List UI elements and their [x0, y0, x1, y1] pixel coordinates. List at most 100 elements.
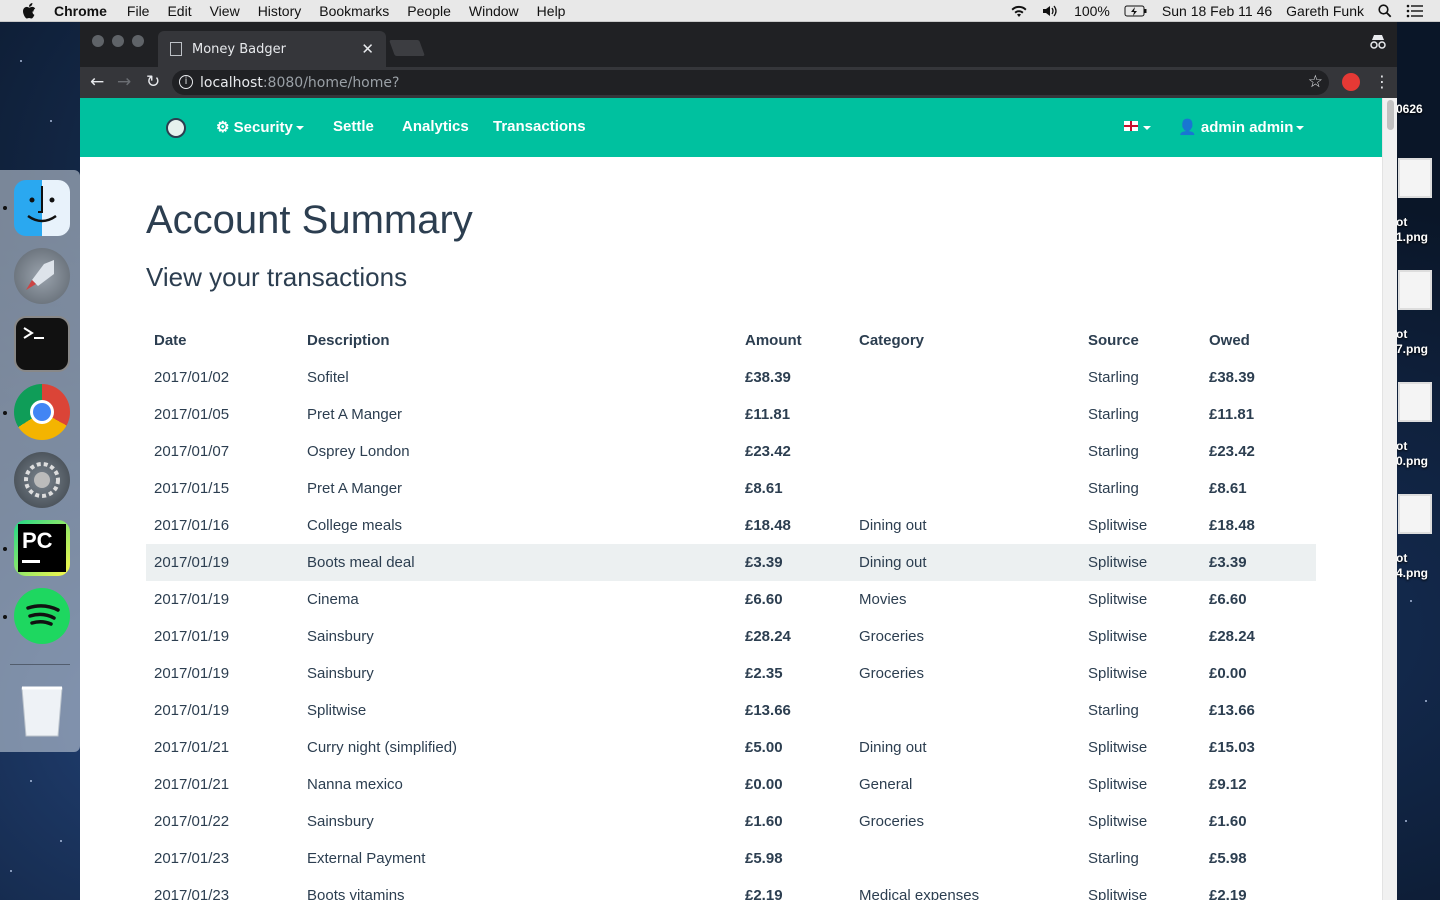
menu-view[interactable]: View [210, 3, 240, 19]
table-row[interactable]: 2017/01/21 Nanna mexico £0.00 General Splitw… [146, 766, 1316, 803]
battery-icon[interactable] [1124, 4, 1148, 18]
cell-date: 2017/01/21 [154, 739, 230, 756]
cell-date: 2017/01/02 [154, 369, 230, 386]
menu-edit[interactable]: Edit [167, 3, 191, 19]
finder-icon[interactable] [14, 180, 70, 236]
menu-history[interactable]: History [258, 3, 302, 19]
table-row[interactable]: 2017/01/19 Boots meal deal £3.39 Dining out… [146, 544, 1316, 581]
menu-window[interactable]: Window [469, 3, 519, 19]
back-icon[interactable]: ← [90, 73, 104, 91]
menubar-user[interactable]: Gareth Funk [1286, 3, 1364, 19]
tab-strip: Money Badger ✕ [80, 22, 1397, 67]
table-row[interactable]: 2017/01/23 Boots vitamins £2.19 Medical exp… [146, 877, 1316, 900]
cell-source: Splitwise [1088, 665, 1148, 682]
site-info-icon[interactable]: i [179, 75, 193, 89]
desktop-file-label[interactable]: ot 1.png [1396, 215, 1428, 245]
volume-icon[interactable] [1042, 4, 1060, 18]
table-row[interactable]: 2017/01/07 Osprey London £23.42 Starling £23… [146, 433, 1316, 470]
desktop-file-label[interactable]: ot 7.png [1396, 327, 1428, 357]
table-row[interactable]: 2017/01/19 Cinema £6.60 Movies Splitwise £6.6… [146, 581, 1316, 618]
pycharm-icon[interactable]: PC [14, 520, 70, 576]
nav-user-dropdown[interactable]: 👤 admin admin [1178, 118, 1305, 136]
zoom-window-button[interactable] [132, 35, 144, 47]
tab-close-icon[interactable]: ✕ [361, 40, 374, 58]
app-logo[interactable] [166, 118, 186, 138]
wifi-icon[interactable] [1010, 4, 1028, 18]
cell-description: Pret A Manger [307, 480, 403, 497]
desktop-file-thumbnail[interactable] [1398, 270, 1432, 310]
reload-icon[interactable]: ↻ [146, 73, 160, 91]
cell-amount: £1.60 [745, 813, 783, 830]
spotify-icon[interactable] [14, 588, 70, 644]
cell-category: Dining out [851, 544, 1080, 581]
terminal-icon[interactable] [14, 316, 70, 372]
page-scrollbar[interactable] [1382, 98, 1397, 900]
spotlight-search-icon[interactable] [1378, 4, 1392, 18]
table-row[interactable]: 2017/01/19 Splitwise £13.66 Starling £13.66 [146, 692, 1316, 729]
nav-settle[interactable]: Settle [333, 118, 374, 135]
forward-icon[interactable]: → [117, 73, 131, 91]
transactions-table-body: 2017/01/02 Sofitel £38.39 Starling £38.39 201… [146, 359, 1316, 900]
minimize-window-button[interactable] [112, 35, 124, 47]
browser-tab[interactable]: Money Badger ✕ [158, 31, 386, 67]
browser-toolbar: ← → ↻ i localhost:8080/home/home? ☆ ⋮ [80, 67, 1397, 98]
cell-date: 2017/01/16 [154, 517, 230, 534]
desktop-file-thumbnail[interactable] [1398, 158, 1432, 198]
extension-icon[interactable] [1342, 73, 1360, 91]
desktop-file-thumbnail[interactable] [1398, 494, 1432, 534]
table-row[interactable]: 2017/01/22 Sainsbury £1.60 Groceries Splitwi… [146, 803, 1316, 840]
cell-date: 2017/01/07 [154, 443, 230, 460]
table-row[interactable]: 2017/01/19 Sainsbury £2.35 Groceries Splitwi… [146, 655, 1316, 692]
cell-category: Movies [859, 591, 907, 608]
menu-help[interactable]: Help [537, 3, 566, 19]
desktop-file-label[interactable]: ot 0.png [1396, 439, 1428, 469]
cell-source: Splitwise [1088, 739, 1148, 756]
cell-source: Splitwise [1088, 591, 1148, 608]
menu-file[interactable]: File [127, 3, 150, 19]
table-row[interactable]: 2017/01/21 Curry night (simplified) £5.00 D… [146, 729, 1316, 766]
desktop-file-label[interactable]: ot 4.png [1396, 551, 1428, 581]
cell-amount: £5.98 [745, 850, 783, 867]
bookmark-star-icon[interactable]: ☆ [1308, 72, 1323, 92]
cell-amount: £0.00 [745, 776, 783, 793]
nav-transactions[interactable]: Transactions [493, 118, 586, 135]
table-row[interactable]: 2017/01/02 Sofitel £38.39 Starling £38.39 [146, 359, 1316, 396]
header-category: Category [859, 332, 925, 349]
cell-description: Boots meal deal [299, 544, 737, 581]
menu-people[interactable]: People [407, 3, 451, 19]
running-indicator [3, 615, 7, 619]
dock-separator [10, 664, 70, 665]
cell-category [851, 396, 1080, 433]
menubar-clock[interactable]: Sun 18 Feb 11 46 [1162, 3, 1272, 19]
incognito-icon[interactable] [1369, 34, 1387, 50]
desktop-file-thumbnail[interactable] [1398, 382, 1432, 422]
menu-app-chrome[interactable]: Chrome [54, 3, 107, 19]
system-preferences-icon[interactable] [14, 452, 70, 508]
menu-bookmarks[interactable]: Bookmarks [319, 3, 389, 19]
nav-security-label: Security [233, 119, 293, 136]
desktop-file-label[interactable]: 0626 [1396, 102, 1423, 117]
table-row[interactable]: 2017/01/16 College meals £18.48 Dining out S… [146, 507, 1316, 544]
table-row[interactable]: 2017/01/15 Pret A Manger £8.61 Starling £8.6… [146, 470, 1316, 507]
nav-analytics[interactable]: Analytics [402, 118, 469, 135]
cell-description: Boots vitamins [307, 887, 405, 900]
table-row[interactable]: 2017/01/19 Sainsbury £28.24 Groceries Splitw… [146, 618, 1316, 655]
table-row[interactable]: 2017/01/05 Pret A Manger £11.81 Starling £11… [146, 396, 1316, 433]
close-window-button[interactable] [92, 35, 104, 47]
pycharm-logo: PC [18, 524, 66, 572]
cell-amount: £3.39 [737, 544, 851, 581]
notification-center-icon[interactable] [1406, 4, 1424, 18]
scrollbar-thumb[interactable] [1387, 100, 1394, 130]
launchpad-icon[interactable] [14, 248, 70, 304]
nav-security-dropdown[interactable]: ⚙ Security [216, 118, 304, 136]
address-bar[interactable]: i localhost:8080/home/home? ☆ [172, 70, 1329, 95]
cell-owed: £5.98 [1209, 850, 1247, 867]
apple-menu-icon[interactable] [22, 2, 36, 19]
table-row[interactable]: 2017/01/23 External Payment £5.98 Starling £… [146, 840, 1316, 877]
trash-icon[interactable] [14, 682, 70, 738]
new-tab-button[interactable] [389, 40, 425, 56]
caret-down-icon [1143, 126, 1151, 130]
chrome-menu-icon[interactable]: ⋮ [1374, 72, 1390, 91]
chrome-icon[interactable] [14, 384, 70, 440]
cell-owed: £0.00 [1209, 665, 1247, 682]
